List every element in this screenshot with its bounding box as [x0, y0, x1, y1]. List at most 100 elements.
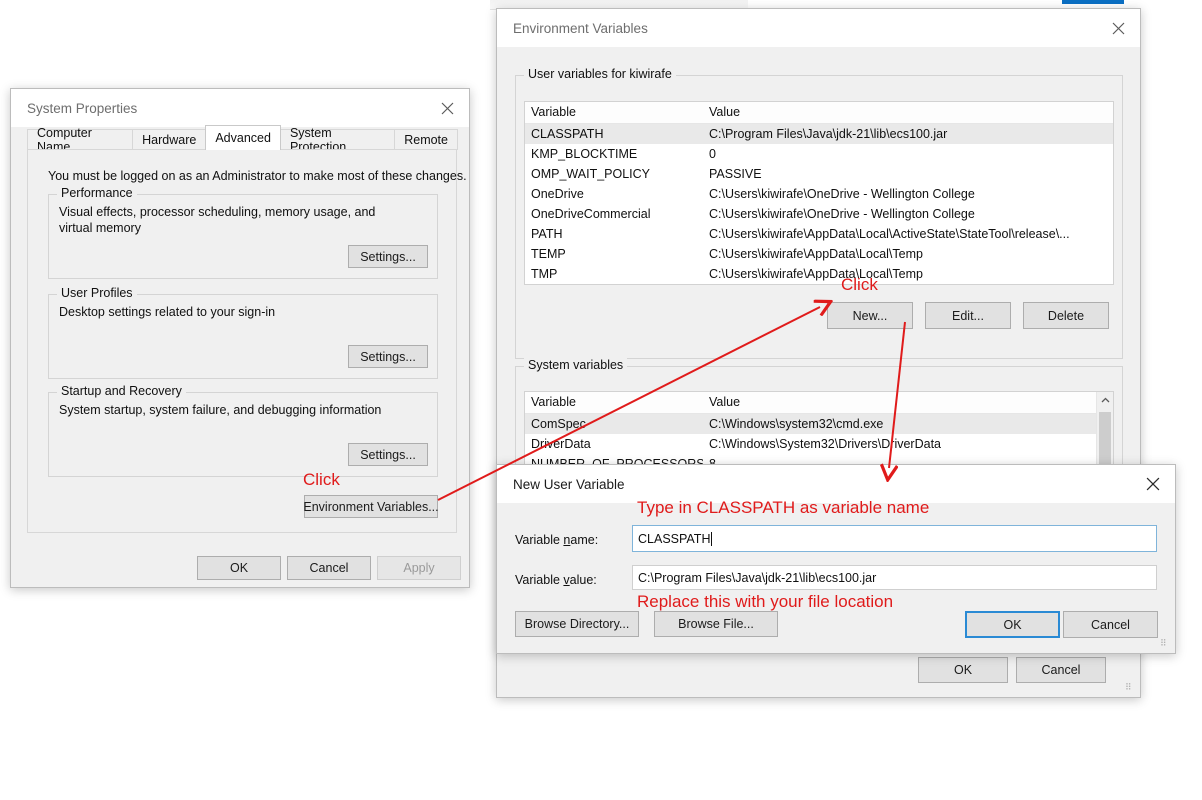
variable-name-label-pre: Variable — [515, 533, 564, 547]
row-value: C:\Windows\System32\Drivers\DriverData — [709, 437, 941, 451]
tabstrip: Computer Name Hardware Advanced System P… — [27, 125, 458, 154]
row-variable: ComSpec — [531, 417, 586, 431]
admin-note: You must be logged on as an Administrato… — [48, 169, 467, 183]
row-variable: OneDrive — [531, 187, 584, 201]
edit-user-variable-button[interactable]: Edit... — [925, 302, 1011, 329]
row-variable: DriverData — [531, 437, 591, 451]
newvar-ok-button[interactable]: OK — [965, 611, 1060, 638]
table-row[interactable]: OneDrive C:\Users\kiwirafe\OneDrive - We… — [525, 184, 1113, 204]
table-row[interactable]: TEMP C:\Users\kiwirafe\AppData\Local\Tem… — [525, 244, 1113, 264]
resize-grip[interactable]: ⠿ — [1160, 639, 1172, 651]
performance-group: Performance Visual effects, processor sc… — [48, 186, 438, 279]
sysprops-ok-label: OK — [229, 561, 249, 575]
row-variable: OneDriveCommercial — [531, 207, 651, 221]
sysprops-apply-button: Apply — [377, 556, 461, 580]
close-icon[interactable] — [425, 89, 469, 127]
new-button-label: New... — [852, 308, 888, 323]
annotation-click-new: Click — [841, 275, 878, 294]
row-variable: KMP_BLOCKTIME — [531, 147, 638, 161]
envvars-ok-label: OK — [953, 663, 973, 677]
user-profiles-group-label: User Profiles — [57, 286, 137, 300]
user-profiles-description: Desktop settings related to your sign-in — [59, 305, 276, 319]
tab-label: Advanced — [215, 131, 271, 145]
new-user-variable-window: New User Variable Variable name: CLASSPA… — [496, 464, 1176, 654]
table-row[interactable]: ComSpec C:\Windows\system32\cmd.exe — [525, 414, 1113, 434]
active-tab-accent — [1062, 0, 1124, 4]
tab-system-protection[interactable]: System Protection — [279, 126, 396, 154]
variable-value-input[interactable]: C:\Program Files\Java\jdk-21\lib\ecs100.… — [632, 565, 1157, 590]
close-icon[interactable] — [1131, 465, 1175, 503]
delete-user-variable-button[interactable]: Delete — [1023, 302, 1109, 329]
environment-variables-title: Environment Variables — [513, 20, 648, 36]
row-value: 0 — [709, 147, 716, 161]
user-variables-table-header: Variable Value — [525, 102, 1113, 124]
row-variable: PATH — [531, 227, 563, 241]
environment-variables-titlebar: Environment Variables — [497, 9, 1140, 47]
table-row[interactable]: OneDriveCommercial C:\Users\kiwirafe\One… — [525, 204, 1113, 224]
envvars-cancel-label: Cancel — [1041, 663, 1081, 677]
chevron-up-icon[interactable] — [1097, 392, 1113, 409]
new-user-variable-button[interactable]: New... — [827, 302, 913, 329]
scrollbar-thumb[interactable] — [1099, 412, 1111, 464]
browse-directory-button[interactable]: Browse Directory... — [515, 611, 639, 637]
performance-settings-button[interactable]: Settings... — [348, 245, 428, 268]
performance-settings-label: Settings... — [360, 249, 416, 264]
sysprops-cancel-button[interactable]: Cancel — [287, 556, 371, 580]
user-profiles-settings-label: Settings... — [360, 349, 416, 364]
browse-file-button[interactable]: Browse File... — [654, 611, 778, 637]
environment-variables-label: Environment Variables... — [303, 499, 439, 514]
startup-recovery-settings-button[interactable]: Settings... — [348, 443, 428, 466]
user-profiles-group: User Profiles Desktop settings related t… — [48, 286, 438, 379]
variable-name-input[interactable]: CLASSPATH — [632, 525, 1157, 552]
newvar-cancel-button[interactable]: Cancel — [1063, 611, 1158, 638]
variable-value-value: C:\Program Files\Java\jdk-21\lib\ecs100.… — [638, 570, 877, 585]
envvars-cancel-button[interactable]: Cancel — [1016, 657, 1106, 683]
sysprops-ok-button[interactable]: OK — [197, 556, 281, 580]
variable-name-label: Variable name: — [515, 533, 598, 547]
tab-hardware[interactable]: Hardware — [132, 129, 207, 150]
sysprops-cancel-label: Cancel — [309, 561, 349, 575]
startup-recovery-description: System startup, system failure, and debu… — [59, 403, 382, 417]
system-variables-group-label: System variables — [524, 358, 628, 372]
table-row[interactable]: KMP_BLOCKTIME 0 — [525, 144, 1113, 164]
resize-grip[interactable]: ⠿ — [1125, 683, 1137, 695]
tab-advanced[interactable]: Advanced — [205, 125, 281, 150]
tab-label: Remote — [404, 132, 448, 147]
close-icon[interactable] — [1096, 9, 1140, 47]
annotation-replace-value: Replace this with your file location — [637, 592, 894, 611]
annotation-click-envvars: Click — [303, 470, 340, 489]
user-profiles-settings-button[interactable]: Settings... — [348, 345, 428, 368]
user-variables-table[interactable]: Variable Value CLASSPATH C:\Program File… — [524, 101, 1114, 285]
envvars-ok-button[interactable]: OK — [918, 657, 1008, 683]
column-header-value: Value — [709, 395, 741, 409]
row-variable: TMP — [531, 267, 558, 281]
row-variable: TEMP — [531, 247, 566, 261]
newvar-cancel-label: Cancel — [1091, 617, 1130, 632]
tab-computer-name[interactable]: Computer Name — [27, 126, 134, 154]
table-row[interactable]: PATH C:\Users\kiwirafe\AppData\Local\Act… — [525, 224, 1113, 244]
row-value: C:\Users\kiwirafe\AppData\Local\ActiveSt… — [709, 227, 1070, 241]
table-row[interactable]: TMP C:\Users\kiwirafe\AppData\Local\Temp — [525, 264, 1113, 284]
system-properties-title: System Properties — [27, 100, 138, 116]
performance-group-label: Performance — [57, 186, 137, 200]
row-value: C:\Users\kiwirafe\AppData\Local\Temp — [709, 267, 923, 281]
table-row[interactable]: DriverData C:\Windows\System32\Drivers\D… — [525, 434, 1113, 454]
newvar-ok-label: OK — [1003, 617, 1022, 632]
user-variables-group-label: User variables for kiwirafe — [524, 67, 676, 81]
table-row[interactable]: OMP_WAIT_POLICY PASSIVE — [525, 164, 1113, 184]
row-value: C:\Program Files\Java\jdk-21\lib\ecs100.… — [709, 127, 948, 141]
table-row[interactable]: CLASSPATH C:\Program Files\Java\jdk-21\l… — [525, 124, 1113, 144]
tab-remote[interactable]: Remote — [394, 129, 458, 150]
system-properties-window: System Properties Computer Name Hardware… — [10, 88, 470, 588]
edit-button-label: Edit... — [952, 308, 984, 323]
browse-directory-label: Browse Directory... — [524, 617, 630, 631]
row-variable: CLASSPATH — [531, 127, 604, 141]
annotation-type-classpath: Type in CLASSPATH as variable name — [637, 498, 930, 517]
column-header-variable: Variable — [531, 105, 576, 119]
browse-file-label: Browse File... — [678, 617, 754, 631]
sysprops-apply-label: Apply — [403, 561, 435, 575]
variable-value-label-pre: Variable — [515, 573, 564, 587]
variable-name-label-post: ame: — [570, 533, 599, 547]
startup-recovery-settings-label: Settings... — [360, 447, 416, 462]
environment-variables-button[interactable]: Environment Variables... — [303, 495, 439, 518]
